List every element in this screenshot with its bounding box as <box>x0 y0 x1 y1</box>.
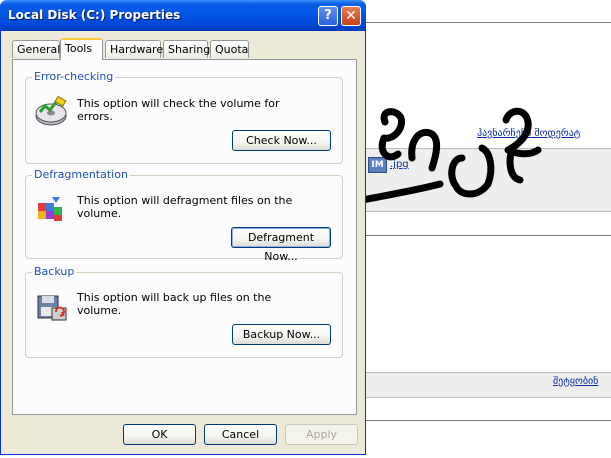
tab-tools[interactable]: Tools <box>60 38 103 60</box>
close-button[interactable]: ✕ <box>341 6 361 26</box>
tools-tab-panel: Error-checking This option will check th… <box>12 59 357 415</box>
cancel-button[interactable]: Cancel <box>204 424 277 445</box>
bg-link-message[interactable]: შეტყობინ <box>553 376 611 387</box>
defragmentation-label: Defragmentation <box>32 168 130 181</box>
backup-label: Backup <box>32 265 77 278</box>
error-checking-description: This option will check the volume for er… <box>77 97 280 123</box>
backup-now-button[interactable]: Backup Now... <box>232 324 331 345</box>
bg-link-attachment[interactable]: .jpg <box>390 159 409 170</box>
im-badge[interactable]: IM <box>368 157 387 173</box>
window-title: Local Disk (C:) Properties <box>8 8 181 22</box>
bg-link-moderator[interactable]: ჰავნარჩენი მოდერატ <box>477 128 611 139</box>
defragmentation-description: This option will defragment files on the… <box>77 194 293 220</box>
bg-divider <box>366 22 611 23</box>
check-now-button[interactable]: Check Now... <box>232 130 331 151</box>
help-button[interactable]: ? <box>318 6 338 26</box>
bg-divider <box>366 235 611 236</box>
check-disk-icon <box>35 96 67 126</box>
title-bar[interactable]: Local Disk (C:) Properties ? ✕ <box>0 0 366 31</box>
tab-general[interactable]: General <box>12 40 60 58</box>
tab-hardware[interactable]: Hardware <box>105 40 163 58</box>
bg-post-header-band <box>366 148 611 212</box>
bg-divider <box>366 420 611 421</box>
tab-sharing[interactable]: Sharing <box>163 40 210 58</box>
defragment-icon <box>38 197 62 221</box>
error-checking-group: Error-checking This option will check th… <box>25 70 343 164</box>
tab-quota[interactable]: Quota <box>210 40 249 58</box>
apply-button[interactable]: Apply <box>285 424 358 445</box>
error-checking-label: Error-checking <box>32 70 116 83</box>
defragment-now-button[interactable]: Defragment Now... <box>231 227 331 263</box>
ok-button[interactable]: OK <box>123 424 196 445</box>
backup-group: Backup This option will back up files on… <box>25 265 343 358</box>
backup-icon <box>37 295 67 321</box>
properties-dialog: Local Disk (C:) Properties ? ✕ General T… <box>0 0 366 455</box>
backup-description: This option will back up files on the vo… <box>77 291 272 317</box>
defragmentation-group: Defragmentation This option will defragm… <box>25 168 343 263</box>
